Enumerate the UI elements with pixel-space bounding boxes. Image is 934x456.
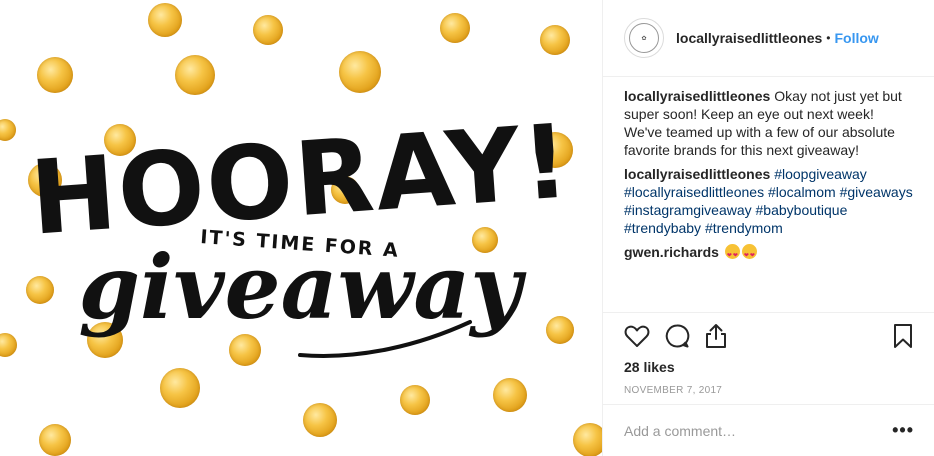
script-word: giveaway — [78, 235, 527, 339]
post-date[interactable]: NOVEMBER 7, 2017 — [624, 385, 914, 396]
reply-comment: gwen.richards — [624, 243, 913, 265]
post-actions: 28 likes NOVEMBER 7, 2017 — [603, 312, 934, 396]
hashtag-link[interactable]: #instagramgiveaway — [624, 202, 752, 218]
hashtag-link[interactable]: #babyboutique — [756, 202, 848, 218]
hashtag-link[interactable]: #trendymom — [705, 220, 783, 236]
giveaway-artwork: HOORAY! IT'S TIME FOR A giveaway — [27, 102, 575, 358]
likes-count[interactable]: 28 likes — [624, 359, 914, 375]
header-bullet: • — [826, 31, 831, 45]
share-icon[interactable] — [704, 323, 728, 349]
heart-eyes-emoji-icon — [741, 244, 757, 265]
hashtag-comment-username[interactable]: locallyraisedlittleones — [624, 166, 770, 182]
post-side-panel: ✿ locallyraisedlittleones • Follow local… — [602, 0, 934, 456]
avatar-logo-icon: ✿ — [629, 23, 659, 53]
comment-input[interactable] — [624, 422, 893, 439]
header-username[interactable]: locallyraisedlittleones — [676, 30, 822, 46]
action-icons — [624, 321, 914, 351]
heart-icon[interactable] — [624, 324, 650, 348]
post-header: ✿ locallyraisedlittleones • Follow — [603, 0, 934, 77]
bookmark-icon[interactable] — [892, 323, 914, 349]
avatar[interactable]: ✿ — [624, 18, 664, 58]
follow-button[interactable]: Follow — [835, 30, 879, 46]
more-options-icon[interactable]: ••• — [892, 420, 914, 441]
comments-list: locallyraisedlittleones Okay not just ye… — [603, 77, 934, 265]
reply-username[interactable]: gwen.richards — [624, 244, 719, 260]
caption-username[interactable]: locallyraisedlittleones — [624, 88, 770, 104]
comment-icon[interactable] — [664, 323, 690, 349]
add-comment-bar: ••• — [603, 404, 934, 456]
caption: locallyraisedlittleones Okay not just ye… — [624, 87, 913, 159]
instagram-post: HOORAY! IT'S TIME FOR A giveaway ✿ local… — [0, 0, 934, 456]
hashtag-link[interactable]: #localmom — [768, 184, 836, 200]
post-image[interactable]: HOORAY! IT'S TIME FOR A giveaway — [0, 0, 602, 456]
hashtag-link[interactable]: #loopgiveaway — [774, 166, 867, 182]
hashtag-link[interactable]: #trendybaby — [624, 220, 701, 236]
heart-eyes-emoji-icon — [724, 244, 740, 265]
hashtag-link[interactable]: #locallyraisedlittleones — [624, 184, 764, 200]
hashtag-link[interactable]: #giveaways — [840, 184, 913, 200]
hashtag-comment: locallyraisedlittleones #loopgiveaway #l… — [624, 165, 913, 237]
